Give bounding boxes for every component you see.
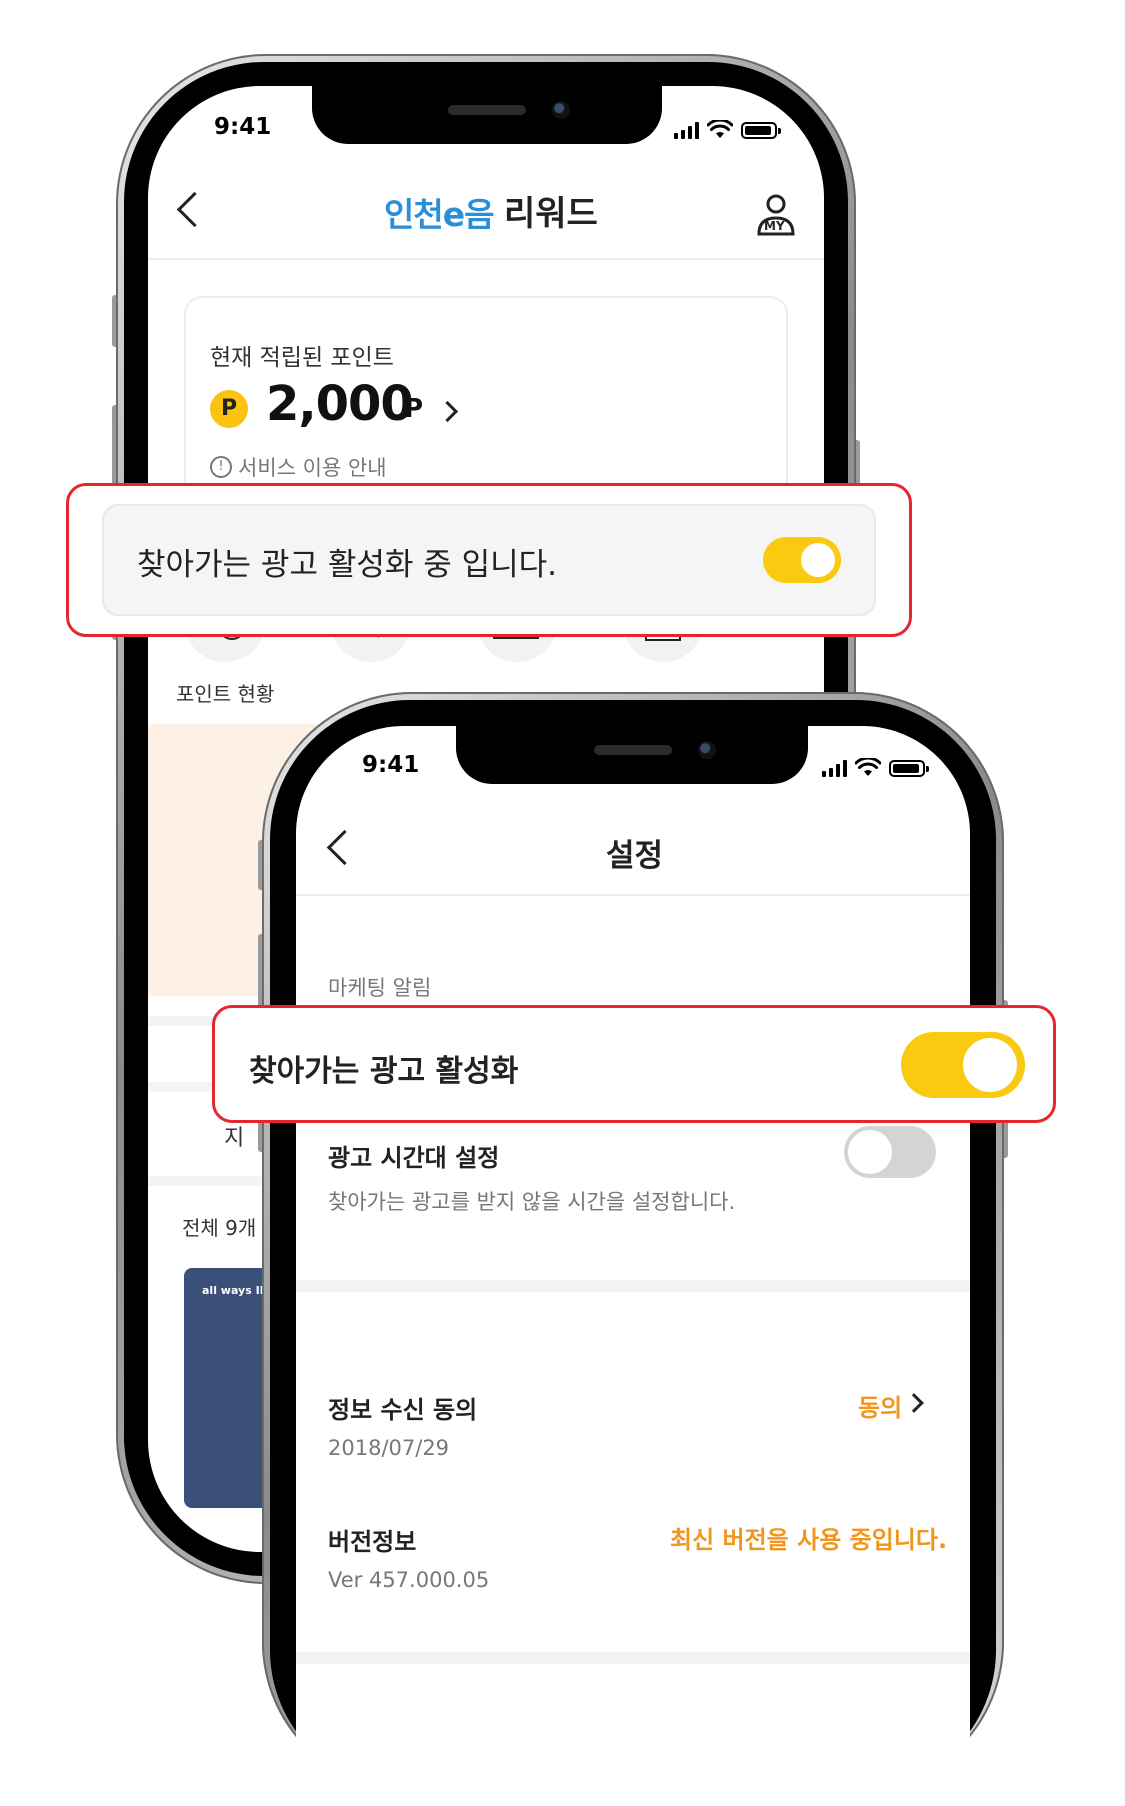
callout-ad-active-text: 찾아가는 광고 활성화 중 입니다. (137, 547, 558, 583)
toggle-knob (848, 1130, 892, 1174)
status-time: 9:41 (362, 752, 420, 778)
back-icon[interactable] (326, 829, 363, 866)
my-page-icon[interactable]: MY (754, 194, 798, 238)
version-status: 최신 버전을 사용 중입니다. (670, 1526, 948, 1554)
version-value: Ver 457.000.05 (328, 1568, 490, 1592)
speaker (594, 745, 672, 755)
service-notice-link[interactable]: 서비스 이용 안내 (238, 452, 387, 482)
list-count: 전체 9개 (182, 1216, 257, 1240)
page-title: 설정 (606, 838, 664, 874)
status-time: 9:41 (214, 114, 272, 140)
phone-1-notch (312, 86, 662, 144)
front-camera (698, 741, 716, 759)
consent-agree-link[interactable]: 동의 (858, 1388, 902, 1423)
front-camera (552, 101, 570, 119)
status-icons (674, 120, 781, 139)
partial-label-2: 지 (224, 1126, 245, 1151)
points-unit: P (404, 394, 424, 424)
consent-title: 정보 수신 동의 (328, 1396, 478, 1424)
signal-icon (674, 122, 699, 139)
page-title: 리워드 (504, 194, 598, 234)
back-icon[interactable] (176, 191, 213, 228)
section-marketing-label: 마케팅 알림 (328, 976, 432, 1000)
phone-2-screen: 9:41 설정 마케팅 알림 광고 시간대 설정 찾아가는 광고를 받지 않을 … (296, 726, 970, 1806)
promo-card-text: all ways IN (202, 1284, 269, 1297)
ad-time-toggle[interactable] (844, 1126, 936, 1178)
header-divider (148, 258, 824, 260)
battery-icon (741, 122, 781, 139)
section-divider (296, 1280, 970, 1292)
points-label: 현재 적립된 포인트 (210, 345, 394, 371)
consent-date: 2018/07/29 (328, 1436, 450, 1460)
section-divider (296, 1652, 970, 1664)
ad-setting-toggle[interactable] (901, 1032, 1025, 1098)
menu-label-points: 포인트 현황 (176, 682, 275, 706)
wifi-icon (855, 758, 881, 776)
notice-icon: ! (210, 456, 232, 478)
incheon-eum-logo: 인천e음 (384, 195, 494, 234)
version-title: 버전정보 (328, 1528, 417, 1556)
callout-ad-setting: 찾아가는 광고 활성화 (212, 1005, 1056, 1123)
wifi-icon (707, 120, 733, 138)
phone-2-notch (456, 726, 808, 784)
toggle-knob (963, 1038, 1017, 1092)
ad-time-title: 광고 시간대 설정 (328, 1144, 500, 1172)
callout-ad-setting-text: 찾아가는 광고 활성화 (249, 1054, 519, 1089)
callout-ad-active: 찾아가는 광고 활성화 중 입니다. (66, 483, 912, 637)
chevron-right-icon[interactable] (904, 1393, 924, 1413)
signal-icon (822, 760, 847, 777)
battery-icon (889, 760, 929, 777)
point-badge-icon: P (210, 390, 248, 428)
speaker (448, 105, 526, 115)
ad-time-desc: 찾아가는 광고를 받지 않을 시간을 설정합니다. (328, 1190, 736, 1214)
my-label: MY (764, 219, 785, 233)
header-divider (296, 894, 970, 896)
points-amount[interactable]: 2,000 (266, 376, 414, 432)
status-icons (822, 758, 929, 777)
ad-active-toggle[interactable] (763, 537, 841, 583)
toggle-knob (801, 543, 835, 577)
